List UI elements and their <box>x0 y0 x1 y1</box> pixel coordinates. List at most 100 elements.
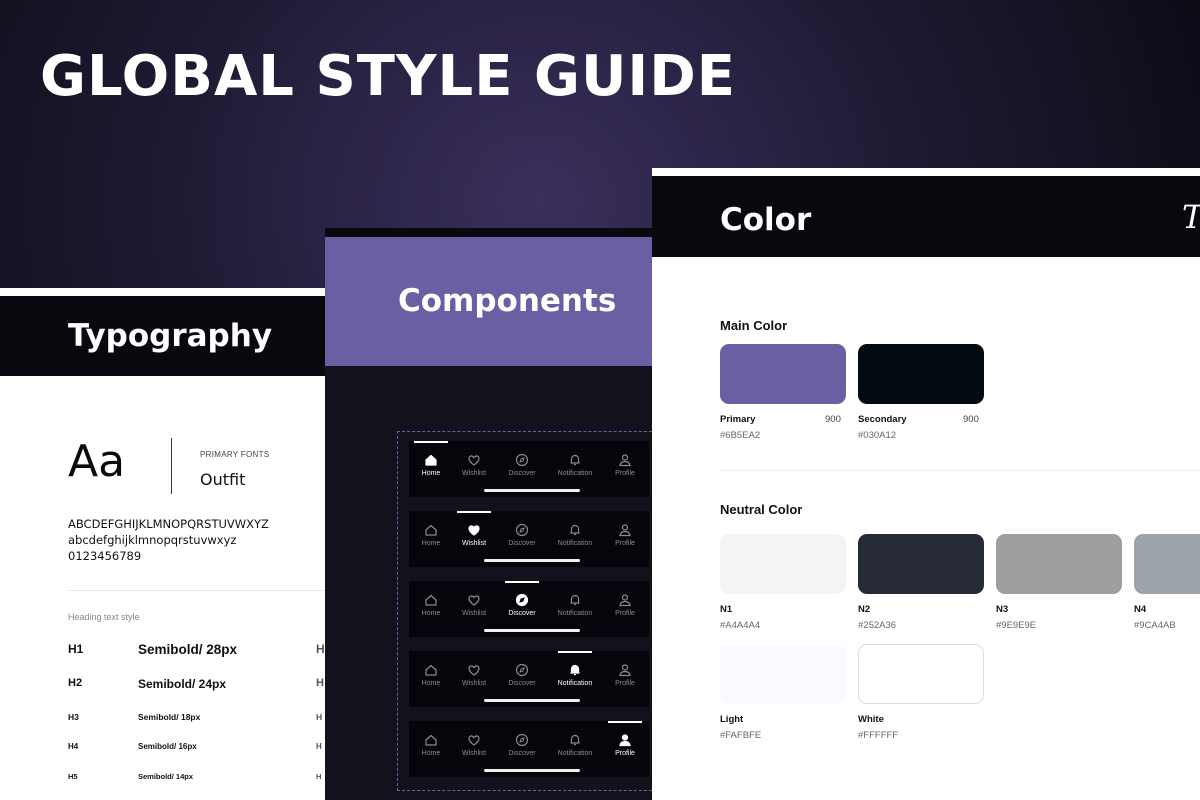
nav-item-profile[interactable]: Profile <box>603 593 647 617</box>
heading-level: H1 <box>68 642 84 656</box>
bottom-nav-bar: Home Wishlist Discover Notification Profile <box>409 651 649 707</box>
heading-spec: Semibold/ 18px <box>138 712 201 722</box>
swatch-weight: 900 <box>825 414 841 425</box>
home-indicator <box>484 699 580 702</box>
nav-item-label: Home <box>421 750 441 757</box>
divider <box>720 470 1200 471</box>
nav-item-label: Wishlist <box>461 540 487 547</box>
nav-item-notification[interactable]: Notification <box>553 593 597 617</box>
compass-icon <box>500 663 544 677</box>
nav-item-label: Profile <box>615 680 635 687</box>
swatch-hex: #9E9E9E <box>996 620 1037 631</box>
nav-item-label: Wishlist <box>461 470 487 477</box>
bottom-nav-bar: Home Wishlist Discover Notification Profile <box>409 721 649 777</box>
active-tab-indicator <box>558 651 592 653</box>
nav-item-label: Notification <box>557 540 593 547</box>
nav-item-profile[interactable]: Profile <box>603 523 647 547</box>
home-indicator <box>484 489 580 492</box>
color-swatch-n1 <box>720 534 846 594</box>
nav-item-home[interactable]: Home <box>409 593 453 617</box>
nav-item-notification[interactable]: Notification <box>553 523 597 547</box>
home-icon <box>409 453 453 467</box>
heading-level: H3 <box>68 712 79 722</box>
nav-item-label: Profile <box>615 610 635 617</box>
swatch-hex: #9CA4AB <box>1134 620 1176 631</box>
swatch-hex: #030A12 <box>858 430 897 441</box>
character-set: ABCDEFGHIJKLMNOPQRSTUVWXYZ abcdefghijklm… <box>68 516 269 564</box>
nav-item-label: Notification <box>557 750 593 757</box>
swatch-name: N2 <box>858 604 871 615</box>
nav-item-wishlist[interactable]: Wishlist <box>452 523 496 547</box>
color-swatch-n4 <box>1134 534 1200 594</box>
nav-item-profile[interactable]: Profile <box>603 453 647 477</box>
nav-item-profile[interactable]: Profile <box>603 663 647 687</box>
components-title: Components <box>398 283 617 319</box>
heart-icon <box>452 733 496 747</box>
heading-style-label: Heading text style <box>68 612 140 622</box>
swatch-name: Light <box>720 714 744 725</box>
nav-item-label: Home <box>421 680 441 687</box>
components-top-bar <box>325 228 655 237</box>
nav-item-discover[interactable]: Discover <box>500 523 544 547</box>
nav-item-profile[interactable]: Profile <box>603 733 647 757</box>
swatch-name: N3 <box>996 604 1009 615</box>
nav-item-wishlist[interactable]: Wishlist <box>452 663 496 687</box>
nav-item-home[interactable]: Home <box>409 523 453 547</box>
main-color-title: Main Color <box>720 318 788 333</box>
nav-item-label: Home <box>421 610 441 617</box>
color-swatch-white <box>858 644 984 704</box>
home-icon <box>409 733 453 747</box>
bottom-nav-bar: Home Wishlist Discover Notification Profile <box>409 581 649 637</box>
nav-item-notification[interactable]: Notification <box>553 453 597 477</box>
typography-title: Typography <box>68 318 273 354</box>
components-card: Components Home Wishlist Discover Notificat… <box>325 228 655 800</box>
nav-item-discover[interactable]: Discover <box>500 733 544 757</box>
nav-item-label: Notification <box>557 610 593 617</box>
nav-item-wishlist[interactable]: Wishlist <box>452 733 496 757</box>
home-icon <box>409 663 453 677</box>
heart-icon <box>452 663 496 677</box>
typography-header: Typography <box>0 296 326 376</box>
nav-item-home[interactable]: Home <box>409 733 453 757</box>
nav-item-notification[interactable]: Notification <box>553 663 597 687</box>
nav-item-discover[interactable]: Discover <box>500 453 544 477</box>
nav-item-wishlist[interactable]: Wishlist <box>452 593 496 617</box>
heading-level: H5 <box>68 772 78 781</box>
heading-level-clipped: H <box>316 677 324 689</box>
heading-level-clipped: H <box>316 742 322 751</box>
nav-item-label: Wishlist <box>461 750 487 757</box>
nav-item-home[interactable]: Home <box>409 663 453 687</box>
nav-item-label: Discover <box>508 750 536 757</box>
font-name: Outfit <box>200 470 246 489</box>
compass-icon <box>500 523 544 537</box>
bell-icon <box>553 453 597 467</box>
heading-level-clipped: H <box>316 712 323 722</box>
swatch-name: N4 <box>1134 604 1147 615</box>
font-divider <box>171 438 172 494</box>
nav-item-label: Discover <box>508 540 536 547</box>
nav-item-notification[interactable]: Notification <box>553 733 597 757</box>
heart-icon <box>452 593 496 607</box>
color-title: Color <box>720 202 812 238</box>
nav-item-label: Profile <box>615 470 635 477</box>
nav-item-label: Home <box>421 540 441 547</box>
nav-item-label: Notification <box>557 680 593 687</box>
compass-icon <box>500 733 544 747</box>
color-swatch-n2 <box>858 534 984 594</box>
heading-spec: Semibold/ 14px <box>138 772 194 781</box>
next-card-title-peek: T <box>1182 198 1200 236</box>
user-icon <box>603 663 647 677</box>
nav-item-wishlist[interactable]: Wishlist <box>452 453 496 477</box>
home-indicator <box>484 769 580 772</box>
nav-item-home[interactable]: Home <box>409 453 453 477</box>
active-tab-indicator <box>505 581 539 583</box>
nav-item-discover[interactable]: Discover <box>500 593 544 617</box>
nav-item-discover[interactable]: Discover <box>500 663 544 687</box>
color-swatch-secondary <box>858 344 984 404</box>
swatch-name: N1 <box>720 604 733 615</box>
bell-icon <box>553 523 597 537</box>
heading-level: H2 <box>68 677 83 689</box>
font-sample: Aa <box>68 436 126 487</box>
nav-item-label: Wishlist <box>461 610 487 617</box>
color-swatch-light <box>720 644 846 704</box>
